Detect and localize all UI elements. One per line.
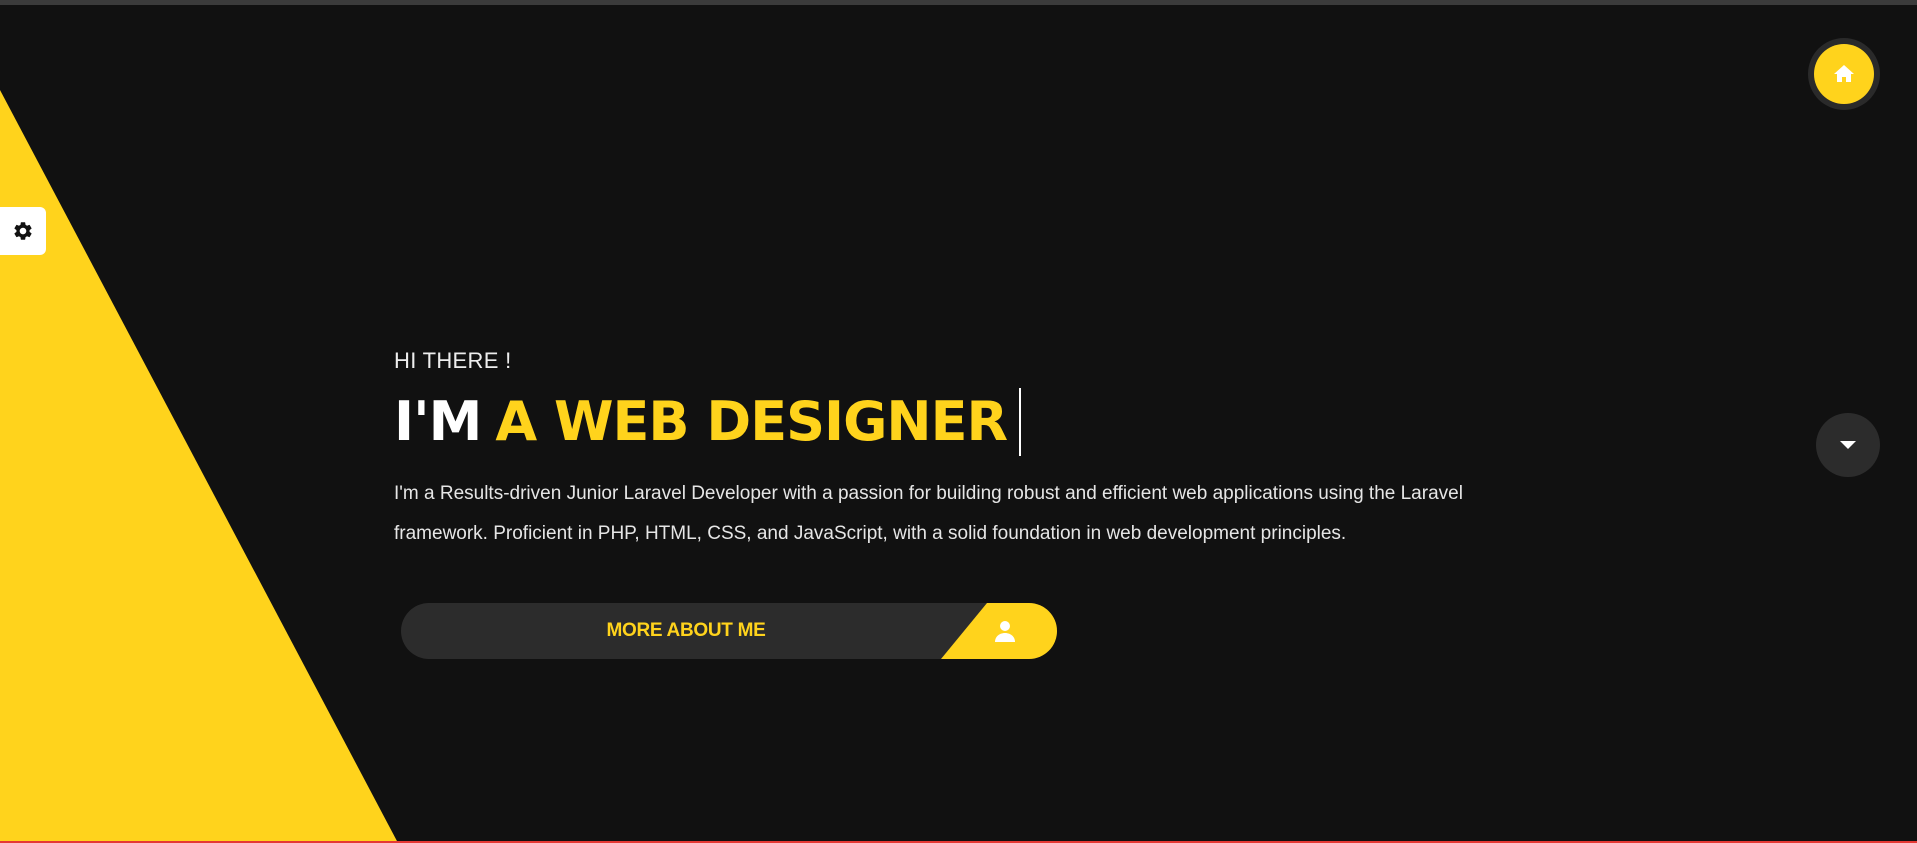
home-button[interactable] (1808, 38, 1880, 110)
user-icon (995, 621, 1015, 642)
yellow-triangle-decoration (0, 90, 398, 843)
page: HI THERE ! I'M A WEB DESIGNER I'm a Resu… (0, 0, 1917, 843)
caret-down-icon (1840, 441, 1856, 449)
home-icon (1834, 65, 1854, 82)
hero-headline: I'M A WEB DESIGNER (394, 388, 1554, 456)
settings-toggle-button[interactable] (0, 207, 46, 255)
headline-prefix: I'M (394, 390, 482, 453)
more-about-me-icon-area (941, 603, 1057, 659)
typing-cursor (1019, 388, 1022, 456)
scroll-down-button[interactable] (1816, 413, 1880, 477)
more-about-me-button[interactable]: MORE ABOUT ME (401, 603, 1057, 659)
home-button-inner (1814, 44, 1874, 104)
hero-section: HI THERE ! I'M A WEB DESIGNER I'm a Resu… (394, 348, 1554, 554)
greeting-text: HI THERE ! (394, 348, 512, 373)
gear-icon (14, 222, 32, 240)
more-about-me-label: MORE ABOUT ME (606, 620, 766, 641)
hero-description: I'm a Results-driven Junior Laravel Deve… (394, 483, 1463, 544)
headline-role: A WEB DESIGNER (495, 390, 1008, 453)
